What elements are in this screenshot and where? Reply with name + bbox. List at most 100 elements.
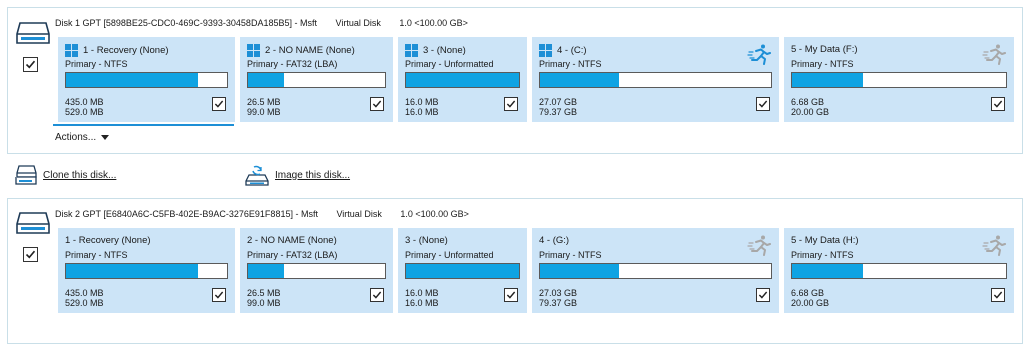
partition-checkbox[interactable] [756, 288, 770, 302]
partition-checkbox[interactable] [370, 97, 384, 111]
clone-disk-icon [15, 165, 37, 185]
partition-title-text: 4 - (C:) [557, 45, 587, 56]
disk-1-header: Disk 1 GPT [5898BE25-CDC0-469C-9393-3045… [55, 18, 484, 28]
partition-total: 529.0 MB [65, 107, 104, 117]
hard-disk-icon [16, 212, 50, 234]
partition-type: Primary - FAT32 (LBA) [247, 250, 338, 260]
partition-title-text: 4 - (G:) [539, 235, 570, 246]
windows-logo-icon [247, 44, 260, 57]
partition-title: 1 - Recovery (None) [65, 235, 151, 246]
windows-logo-icon [539, 44, 552, 57]
partition-title-text: 1 - Recovery (None) [65, 235, 151, 246]
partition-used: 435.0 MB [65, 288, 104, 298]
partition-used: 6.68 GB [791, 288, 825, 298]
partition-type: Primary - NTFS [539, 59, 602, 69]
partition-title: 3 - (None) [405, 44, 466, 57]
partition-title: 1 - Recovery (None) [65, 44, 169, 57]
partition-total: 16.0 MB [405, 107, 439, 117]
disk-2-header: Disk 2 GPT [E6840A6C-C5FB-402E-B9AC-3276… [55, 209, 485, 219]
partition-tile[interactable]: 5 - My Data (F:) Primary - NTFS 6.68 GB 20.… [784, 37, 1014, 122]
partition-title-text: 1 - Recovery (None) [83, 45, 169, 56]
partition-checkbox[interactable] [212, 288, 226, 302]
image-disk-label: Image this disk... [275, 169, 351, 181]
partition-usage-fill [540, 264, 619, 278]
partition-total: 79.37 GB [539, 107, 578, 117]
partition-tile[interactable]: 5 - My Data (H:) Primary - NTFS 6.68 GB 20.… [784, 228, 1014, 313]
partition-checkbox[interactable] [212, 97, 226, 111]
partition-type: Primary - NTFS [791, 250, 854, 260]
runner-icon [982, 44, 1006, 65]
partition-type: Primary - NTFS [65, 59, 128, 69]
partition-tile[interactable]: 3 - (None) Primary - Unformatted 16.0 MB 16… [398, 37, 527, 122]
partition-usage-fill [792, 73, 863, 87]
clone-disk-link[interactable]: Clone this disk... [14, 164, 116, 186]
partition-total: 20.00 GB [791, 298, 830, 308]
partition-usage-bar [405, 72, 520, 88]
image-disk-link[interactable]: Image this disk... [244, 164, 350, 186]
partition-tile[interactable]: 2 - NO NAME (None) Primary - FAT32 (LBA) 2… [240, 37, 393, 122]
partition-usage-fill [406, 264, 519, 278]
actions-dropdown[interactable]: Actions... [55, 132, 110, 143]
partition-tile[interactable]: 2 - NO NAME (None) Primary - FAT32 (LBA) 2… [240, 228, 393, 313]
partition-used: 27.07 GB [539, 97, 578, 107]
disk-2-name: Disk 2 GPT [E6840A6C-C5FB-402E-B9AC-3276… [55, 209, 318, 219]
chevron-down-icon [101, 135, 110, 140]
active-runner-icon [747, 44, 771, 65]
partition-usage-bar [539, 263, 772, 279]
hard-disk-icon [16, 22, 50, 44]
partition-usage-fill [248, 264, 284, 278]
partition-total: 529.0 MB [65, 298, 104, 308]
partition-used: 26.5 MB [247, 97, 281, 107]
partition-type: Primary - NTFS [791, 59, 854, 69]
partition-total: 16.0 MB [405, 298, 439, 308]
partition-checkbox[interactable] [370, 288, 384, 302]
disk-1-type: Virtual Disk [335, 18, 381, 28]
partition-title: 4 - (C:) [539, 44, 587, 57]
windows-logo-icon [65, 44, 78, 57]
partition-used: 26.5 MB [247, 288, 281, 298]
partition-total: 20.00 GB [791, 107, 830, 117]
windows-logo-icon [405, 44, 418, 57]
actions-label: Actions... [55, 132, 97, 143]
partition-used: 27.03 GB [539, 288, 578, 298]
partition-used: 6.68 GB [791, 97, 825, 107]
partition-title-text: 3 - (None) [423, 45, 466, 56]
partition-checkbox[interactable] [991, 288, 1005, 302]
partition-usage-bar [65, 72, 228, 88]
partition-checkbox[interactable] [756, 97, 770, 111]
partition-used: 435.0 MB [65, 97, 104, 107]
disk-1-size: 1.0 <100.00 GB> [399, 18, 468, 28]
partition-usage-fill [66, 73, 199, 87]
partition-checkbox[interactable] [504, 288, 518, 302]
partition-total: 99.0 MB [247, 107, 281, 117]
partition-usage-bar [791, 263, 1007, 279]
partition-checkbox[interactable] [991, 97, 1005, 111]
partition-used: 16.0 MB [405, 97, 439, 107]
partition-tile[interactable]: 1 - Recovery (None) Primary - NTFS 435.0 M… [58, 228, 235, 313]
partition-title-text: 5 - My Data (H:) [791, 235, 859, 246]
clone-disk-label: Clone this disk... [43, 169, 117, 181]
partition-type: Primary - NTFS [65, 250, 128, 260]
partition-type: Primary - NTFS [539, 250, 602, 260]
disk-1-name: Disk 1 GPT [5898BE25-CDC0-469C-9393-3045… [55, 18, 317, 28]
runner-icon [747, 235, 771, 256]
partition-tile[interactable]: 3 - (None) Primary - Unformatted 16.0 MB 16… [398, 228, 527, 313]
disk-2-type: Virtual Disk [336, 209, 382, 219]
partition-usage-fill [792, 264, 863, 278]
partition-type: Primary - FAT32 (LBA) [247, 59, 338, 69]
partition-usage-bar [405, 263, 520, 279]
partition-checkbox[interactable] [504, 97, 518, 111]
partition-used: 16.0 MB [405, 288, 439, 298]
partition-type: Primary - Unformatted [405, 59, 494, 69]
partition-tile[interactable]: 4 - (C:) Primary - NTFS 27.07 GB 79.37 GB [532, 37, 779, 122]
partition-type: Primary - Unformatted [405, 250, 494, 260]
partition-title: 2 - NO NAME (None) [247, 44, 355, 57]
disk-1-checkbox[interactable] [23, 57, 38, 72]
actions-selection-line [53, 124, 234, 126]
partition-title: 5 - My Data (H:) [791, 235, 859, 246]
image-disk-icon [245, 165, 269, 186]
partition-tile[interactable]: 4 - (G:) Primary - NTFS 27.03 GB 79.37 GB [532, 228, 779, 313]
disk-2-checkbox[interactable] [23, 247, 38, 262]
partition-title-text: 5 - My Data (F:) [791, 44, 858, 55]
partition-tile[interactable]: 1 - Recovery (None) Primary - NTFS 435.0 M… [58, 37, 235, 122]
